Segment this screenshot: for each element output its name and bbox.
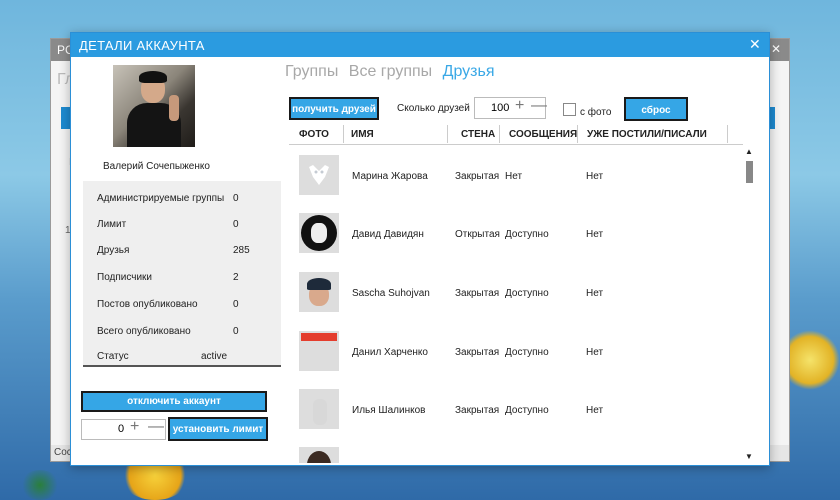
- table-row[interactable]: Илья Шалинков Закрытая Доступно Нет: [289, 379, 729, 437]
- stat-label: Статус: [97, 351, 129, 362]
- profile-stats-panel: Администрируемые группы 0 Лимит 0 Друзья…: [83, 181, 281, 367]
- column-header-photo[interactable]: ФОТО: [299, 129, 329, 140]
- tab-bar: Группы Все группы Друзья: [285, 63, 501, 81]
- stat-admin-groups: Администрируемые группы 0: [97, 193, 277, 204]
- stat-value: 0: [233, 219, 239, 230]
- stat-label: Постов опубликовано: [97, 299, 198, 310]
- friend-posted: Нет: [586, 288, 604, 299]
- stat-limit: Лимит 0: [97, 219, 277, 230]
- friend-posted: Нет: [586, 405, 604, 416]
- friend-photo: [299, 447, 339, 463]
- friend-photo: [299, 331, 339, 371]
- friends-count-value[interactable]: 100: [491, 102, 509, 114]
- stat-value: 285: [233, 245, 250, 256]
- friend-photo: [299, 213, 339, 253]
- get-friends-button[interactable]: получить друзей: [289, 97, 379, 120]
- friend-wall: Закрытая: [455, 405, 500, 416]
- scroll-down-icon[interactable]: ▼: [745, 452, 753, 461]
- table-row[interactable]: Sascha Suhojvan Закрытая Доступно Нет: [289, 262, 729, 320]
- friend-posted: Нет: [586, 347, 604, 358]
- set-limit-button[interactable]: установить лимит: [168, 417, 268, 441]
- plus-icon[interactable]: +: [130, 418, 139, 436]
- background-close-icon[interactable]: ✕: [771, 42, 781, 56]
- friends-count-stepper[interactable]: 100 + —: [474, 97, 547, 119]
- table-row[interactable]: Давид Давидян Открытая Доступно Нет: [289, 203, 729, 261]
- friend-name: Марина Жарова: [352, 171, 428, 182]
- friend-name: Илья Шалинков: [352, 405, 426, 416]
- disable-account-button[interactable]: отключить аккаунт: [81, 391, 267, 412]
- friend-photo: [299, 389, 339, 429]
- stat-label: Лимит: [97, 219, 127, 230]
- profile-name: Валерий Сочепыженко: [103, 161, 210, 172]
- stat-label: Подписчики: [97, 272, 153, 283]
- stat-label: Всего опубликовано: [97, 326, 191, 337]
- friend-messages: Нет: [505, 171, 523, 182]
- friend-posted: Нет: [586, 229, 604, 240]
- stat-value: active: [201, 351, 228, 362]
- stat-label: Администрируемые группы: [97, 193, 225, 204]
- stat-total-published: Всего опубликовано 0: [97, 326, 277, 337]
- friend-photo: [299, 155, 339, 195]
- minus-icon[interactable]: —: [148, 418, 164, 436]
- column-header-name[interactable]: ИМЯ: [351, 129, 374, 140]
- stat-posts-published: Постов опубликовано 0: [97, 299, 277, 310]
- dialog-titlebar: ДЕТАЛИ АККАУНТА ✕: [71, 33, 769, 57]
- with-photo-label: с фото: [580, 107, 612, 118]
- friend-messages: Доступно: [505, 405, 549, 416]
- stat-friends: Друзья 285: [97, 245, 277, 256]
- friend-name: Данил Харченко: [352, 347, 428, 358]
- stat-value: 0: [233, 299, 239, 310]
- limit-value[interactable]: 0: [118, 423, 124, 435]
- table-row[interactable]: Данил Харченко Закрытая Доступно Нет: [289, 321, 729, 379]
- column-header-posted[interactable]: УЖЕ ПОСТИЛИ/ПИСАЛИ: [587, 129, 707, 140]
- friend-name: Давид Давидян: [352, 229, 424, 240]
- reset-button[interactable]: сброс: [624, 97, 688, 121]
- column-header-wall[interactable]: СТЕНА: [461, 129, 495, 140]
- friend-wall: Закрытая: [455, 347, 500, 358]
- friends-count-label: Сколько друзей: [397, 103, 470, 114]
- with-photo-checkbox[interactable]: [563, 103, 576, 116]
- tab-friends[interactable]: Друзья: [443, 63, 495, 80]
- stat-value: 0: [233, 193, 239, 204]
- tab-groups[interactable]: Группы: [285, 63, 338, 80]
- minus-icon[interactable]: —: [531, 97, 547, 115]
- avatar: [113, 65, 195, 147]
- account-details-dialog: ДЕТАЛИ АККАУНТА ✕ Валерий Сочепыженко Ад…: [70, 32, 770, 466]
- friend-name: Sascha Suhojvan: [352, 288, 430, 299]
- table-scrollbar[interactable]: ▲ ▼: [745, 145, 755, 463]
- friend-wall: Закрытая: [455, 288, 500, 299]
- limit-stepper[interactable]: 0 + —: [81, 418, 166, 440]
- stat-label: Друзья: [97, 245, 130, 256]
- tab-all-groups[interactable]: Все группы: [349, 63, 432, 80]
- stat-value: 0: [233, 326, 239, 337]
- friend-wall: Закрытая: [455, 171, 500, 182]
- table-header: ФОТО ИМЯ СТЕНА СООБЩЕНИЯ УЖЕ ПОСТИЛИ/ПИС…: [289, 123, 743, 145]
- column-header-messages[interactable]: СООБЩЕНИЯ: [509, 129, 577, 140]
- table-row[interactable]: Марина Жарова Закрытая Нет Нет: [289, 145, 729, 203]
- plus-icon[interactable]: +: [515, 97, 524, 115]
- friend-messages: Доступно: [505, 229, 549, 240]
- stat-followers: Подписчики 2: [97, 272, 277, 283]
- scroll-up-icon[interactable]: ▲: [745, 147, 753, 156]
- scrollbar-thumb[interactable]: [746, 161, 753, 183]
- table-row[interactable]: [289, 437, 729, 463]
- friends-table: Марина Жарова Закрытая Нет Нет Давид Дав…: [289, 145, 751, 463]
- friend-posted: Нет: [586, 171, 604, 182]
- friend-messages: Доступно: [505, 347, 549, 358]
- close-icon[interactable]: ✕: [749, 36, 761, 53]
- friend-messages: Доступно: [505, 288, 549, 299]
- stat-status: Статус active: [97, 351, 277, 362]
- stat-value: 2: [233, 272, 239, 283]
- dialog-title: ДЕТАЛИ АККАУНТА: [79, 38, 205, 53]
- friend-photo: [299, 272, 339, 312]
- friend-wall: Открытая: [455, 229, 500, 240]
- wallpaper-leaf: [20, 470, 60, 500]
